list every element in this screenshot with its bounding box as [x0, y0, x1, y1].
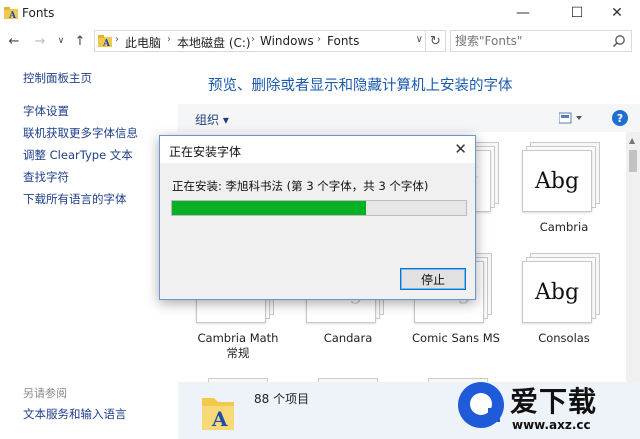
sidebar-link-control-panel-home[interactable]: 控制面板主页: [23, 70, 92, 86]
breadcrumb-separator: ›: [115, 34, 119, 45]
font-tile-cambria[interactable]: Abg Cambria: [514, 142, 614, 235]
address-bar[interactable]: A › 此电脑 › 本地磁盘 (C:) › Windows › Fonts ∨: [94, 30, 426, 52]
up-button[interactable]: ↑: [70, 31, 90, 51]
page-heading: 预览、删除或者显示和隐藏计算机上安装的字体: [208, 78, 513, 94]
address-row: ← → ∨ ↑ A › 此电脑 › 本地磁盘 (C:) › Windows › …: [0, 28, 640, 54]
svg-text:A: A: [102, 39, 111, 48]
item-count: 88 个项目: [254, 392, 310, 406]
svg-text:A: A: [211, 407, 228, 431]
forward-button[interactable]: →: [30, 31, 50, 51]
fonts-folder-large-icon: A: [202, 398, 234, 431]
see-also-heading: 另请参阅: [23, 387, 67, 400]
breadcrumb-separator: ›: [317, 34, 321, 45]
help-icon[interactable]: ?: [612, 110, 628, 126]
watermark-brand: 爱下载: [510, 385, 598, 418]
font-name: Cambria: [539, 220, 589, 234]
sidebar-link-adjust-cleartype[interactable]: 调整 ClearType 文本: [23, 147, 133, 163]
command-toolbar: 组织 ▾ ?: [178, 104, 640, 132]
font-preview-icon: Abg: [522, 142, 606, 216]
sidebar: 控制面板主页 字体设置 联机获取更多字体信息 调整 ClearType 文本 查…: [0, 56, 178, 439]
search-input[interactable]: [455, 33, 605, 49]
dialog-close-icon[interactable]: ✕: [454, 140, 467, 158]
search-icon: [612, 35, 625, 48]
vertical-scrollbar[interactable]: ▲: [626, 132, 640, 382]
window-titlebar: A Fonts — ☐ ✕: [0, 0, 640, 26]
breadcrumb-fonts[interactable]: Fonts: [327, 34, 359, 48]
font-sample-text: Abg: [534, 169, 580, 194]
stop-button[interactable]: 停止: [400, 268, 466, 290]
fonts-folder-icon: A: [4, 7, 18, 20]
breadcrumb-separator: ›: [251, 34, 255, 45]
minimize-button[interactable]: —: [500, 0, 546, 26]
watermark-url: www.axz.cc: [512, 418, 591, 432]
address-dropdown-icon[interactable]: ∨: [416, 34, 423, 45]
svg-text:A: A: [8, 11, 17, 20]
font-name: Cambria Math 常规: [197, 331, 279, 360]
site-watermark: 爱下载 www.axz.cc: [458, 378, 640, 439]
recent-locations-button[interactable]: ∨: [51, 31, 71, 51]
scrollbar-thumb[interactable]: [629, 150, 637, 172]
sidebar-link-get-font-info-online[interactable]: 联机获取更多字体信息: [23, 125, 138, 141]
install-fonts-dialog: 正在安装字体 ✕ 正在安装: 李旭科书法 (第 3 个字体，共 3 个字体) 停…: [159, 135, 476, 300]
breadcrumb-windows[interactable]: Windows: [260, 34, 314, 48]
sidebar-link-font-settings[interactable]: 字体设置: [23, 103, 69, 119]
scroll-up-icon[interactable]: ▲: [629, 136, 635, 145]
organize-menu-button[interactable]: 组织 ▾: [195, 111, 229, 128]
font-tile-consolas[interactable]: Abg Consolas: [514, 253, 614, 346]
install-progress-bar: [171, 200, 467, 216]
change-view-icon[interactable]: [559, 112, 585, 124]
search-box[interactable]: [450, 30, 632, 52]
refresh-button[interactable]: ↻: [426, 30, 446, 52]
font-name: Consolas: [538, 331, 590, 345]
breadcrumb-this-pc[interactable]: 此电脑: [125, 34, 161, 51]
font-preview-icon: Abg: [522, 253, 606, 327]
font-name: Comic Sans MS: [412, 331, 500, 345]
sidebar-link-text-services[interactable]: 文本服务和输入语言: [23, 406, 127, 422]
breadcrumb-local-disk[interactable]: 本地磁盘 (C:): [177, 34, 251, 51]
close-window-button[interactable]: ✕: [594, 0, 640, 26]
fonts-folder-icon: A: [98, 35, 112, 48]
sidebar-link-download-all-fonts[interactable]: 下载所有语言的字体: [23, 191, 127, 207]
window-title: Fonts: [22, 6, 55, 20]
dialog-title: 正在安装字体: [169, 145, 242, 159]
watermark-logo-icon: [458, 382, 504, 428]
install-status-text: 正在安装: 李旭科书法 (第 3 个字体，共 3 个字体): [172, 179, 429, 193]
font-name: Candara: [323, 331, 373, 345]
breadcrumb-separator: ›: [167, 34, 171, 45]
dialog-titlebar: 正在安装字体 ✕: [160, 136, 475, 163]
back-button[interactable]: ←: [4, 31, 24, 51]
sidebar-link-find-character[interactable]: 查找字符: [23, 169, 69, 185]
progress-fill: [172, 201, 367, 215]
font-sample-text: Abg: [534, 280, 580, 305]
